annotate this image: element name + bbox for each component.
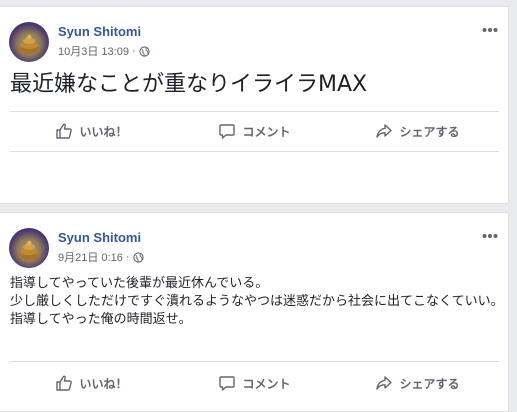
post-card: Syun Shitomi 10月3日 13:09 · 最近嫌なことが重なりイライ… [0, 6, 509, 204]
globe-icon[interactable] [138, 45, 150, 57]
share-button[interactable]: シェアする [336, 122, 499, 140]
post-text: 指導してやっていた後輩が最近休んでいる。 少し厳しくしただけですぐ潰れるようなや… [10, 276, 504, 327]
share-label: シェアする [399, 124, 460, 139]
like-button[interactable]: いいね！ [10, 374, 173, 392]
share-label: シェアする [399, 376, 460, 391]
post-card: Syun Shitomi 9月21日 0:16 · 指導してやっていた後輩が最近… [0, 212, 509, 412]
divider [10, 361, 499, 362]
comment-label: コメント [242, 124, 291, 139]
comment-button[interactable]: コメント [173, 374, 336, 392]
like-button[interactable]: いいね！ [10, 122, 173, 140]
more-options-icon[interactable] [482, 27, 498, 33]
comment-label: コメント [242, 376, 291, 391]
timestamp[interactable]: 10月3日 13:09 [58, 43, 129, 59]
poop-emoji-icon [18, 240, 40, 260]
post-meta: 10月3日 13:09 · [58, 43, 150, 59]
post-meta: 9月21日 0:16 · [58, 249, 144, 265]
comment-button[interactable]: コメント [173, 122, 336, 140]
comment-icon [219, 124, 236, 139]
thumbs-up-icon [56, 123, 73, 139]
poop-emoji-icon [18, 34, 40, 54]
globe-icon[interactable] [132, 251, 144, 263]
avatar[interactable] [9, 228, 49, 268]
share-arrow-icon [376, 124, 393, 138]
divider [10, 151, 499, 152]
thumbs-up-icon [56, 375, 73, 391]
share-button[interactable]: シェアする [336, 374, 499, 392]
more-options-icon[interactable] [482, 233, 498, 239]
like-label: いいね！ [79, 376, 128, 391]
post-text: 最近嫌なことが重なりイライラMAX [10, 72, 368, 97]
divider [10, 111, 499, 112]
post-actions: いいね！ コメント シェアする [10, 367, 499, 399]
share-arrow-icon [376, 376, 393, 390]
comment-icon [219, 376, 236, 391]
like-label: いいね！ [79, 124, 128, 139]
author-name[interactable]: Syun Shitomi [58, 230, 141, 245]
post-actions: いいね！ コメント シェアする [10, 115, 499, 147]
avatar[interactable] [9, 22, 49, 62]
timestamp[interactable]: 9月21日 0:16 [58, 249, 123, 265]
author-name[interactable]: Syun Shitomi [58, 24, 141, 39]
